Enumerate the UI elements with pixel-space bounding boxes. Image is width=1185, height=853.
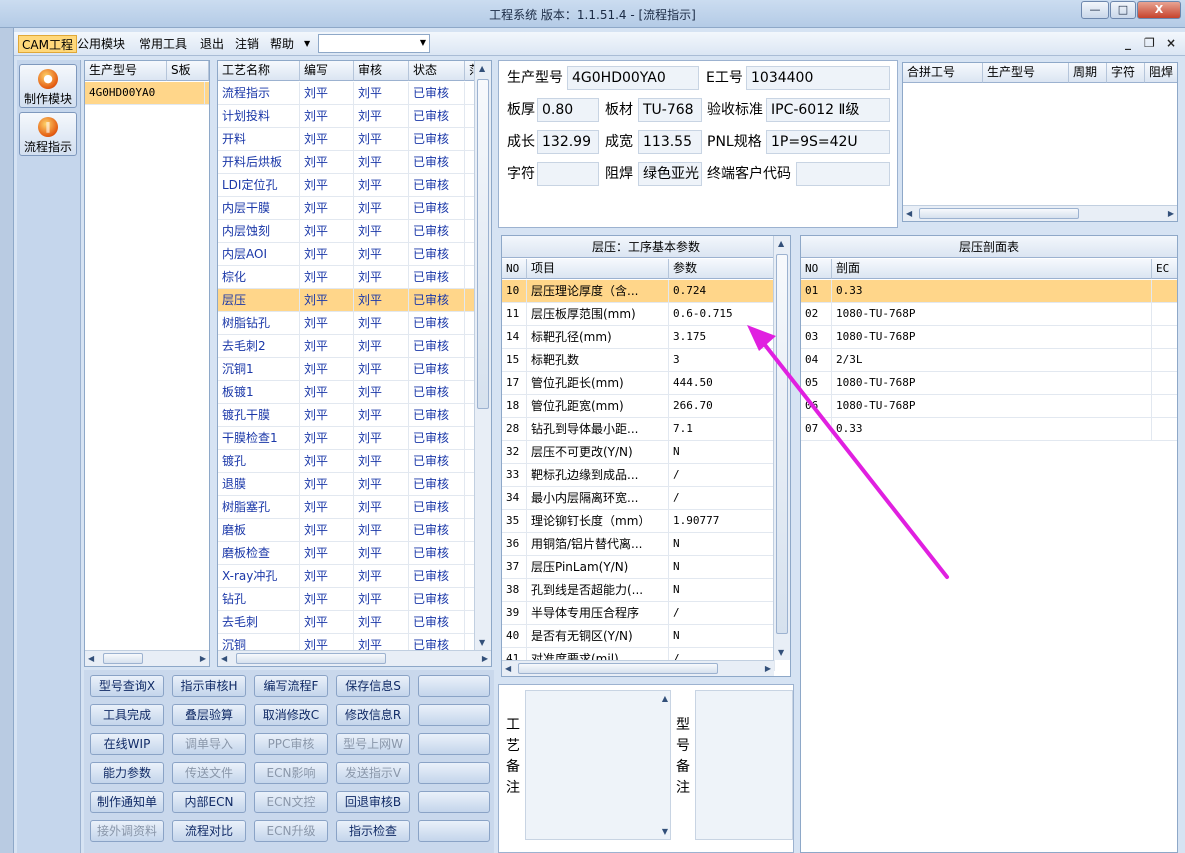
annotation-arrow [747, 325, 949, 579]
